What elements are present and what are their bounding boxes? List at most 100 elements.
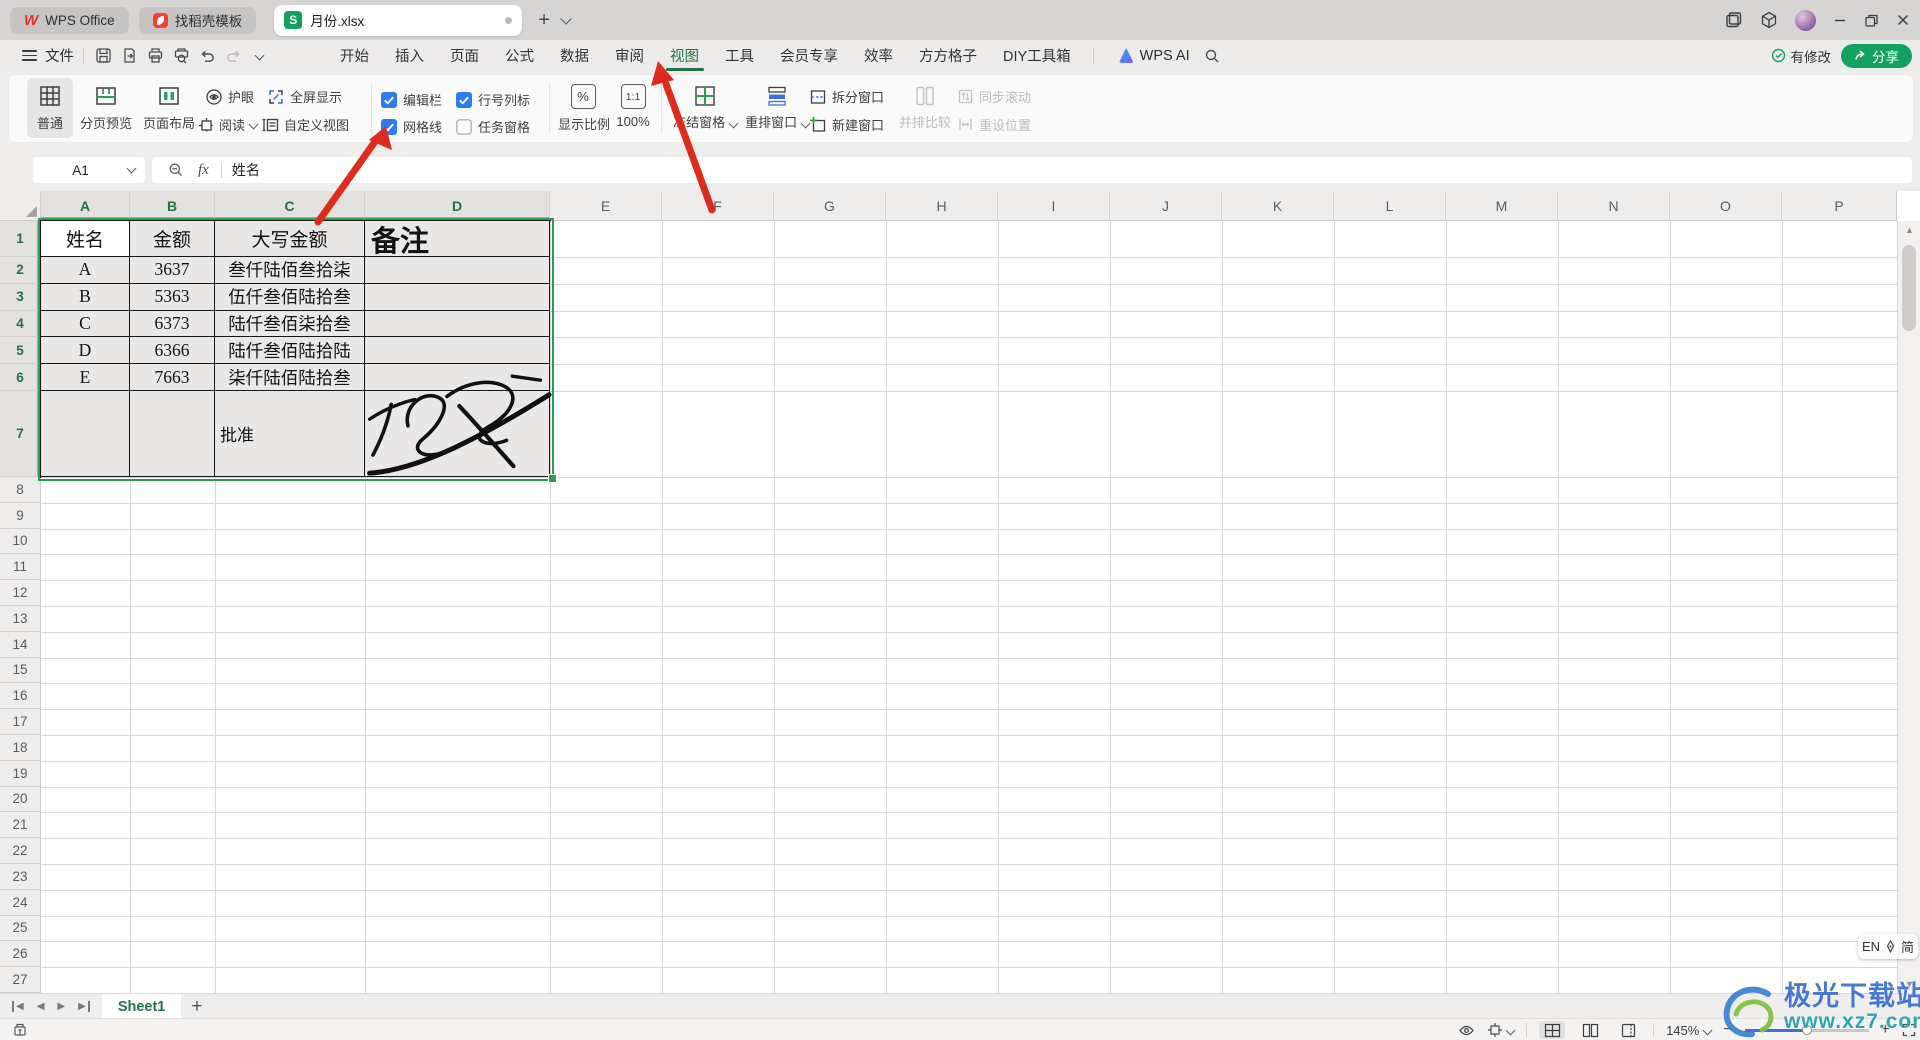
menu-item-开始[interactable]: 开始 <box>327 40 382 71</box>
formula-input[interactable]: fx 姓名 <box>152 157 1912 183</box>
fullscreen-status-icon[interactable] <box>1902 1023 1916 1037</box>
status-view-normal[interactable] <box>1539 1021 1565 1039</box>
row-header-15[interactable]: 15 <box>0 658 41 684</box>
freeze-panes-button[interactable]: 冻结窗格 <box>669 84 741 131</box>
prev-sheet-icon[interactable]: ◀ <box>37 1001 45 1012</box>
last-sheet-icon[interactable]: ▶ <box>78 1001 90 1012</box>
column-header-P[interactable]: P <box>1782 191 1897 221</box>
menu-item-视图[interactable]: 视图 <box>657 40 712 71</box>
macro-record-icon[interactable] <box>12 1022 28 1038</box>
menu-item-会员专享[interactable]: 会员专享 <box>767 40 851 71</box>
name-box[interactable]: A1 <box>33 157 145 183</box>
row-header-19[interactable]: 19 <box>0 761 41 787</box>
checkbox-headings[interactable]: 行号列标 <box>456 90 530 109</box>
menu-item-DIY工具箱[interactable]: DIY工具箱 <box>990 40 1084 71</box>
row-header-4[interactable]: 4 <box>0 311 41 338</box>
apps-cube-icon[interactable] <box>1760 11 1778 29</box>
cell-C5[interactable]: 陆仟叁佰陆拾陆 <box>215 337 365 364</box>
row-header-12[interactable]: 12 <box>0 580 41 606</box>
next-sheet-icon[interactable]: ▶ <box>57 1001 65 1012</box>
menu-item-插入[interactable]: 插入 <box>382 40 437 71</box>
row-header-25[interactable]: 25 <box>0 916 41 942</box>
column-header-D[interactable]: D <box>365 191 550 221</box>
cell-B5[interactable]: 6366 <box>130 337 215 364</box>
cell-A6[interactable]: E <box>41 364 130 391</box>
column-header-H[interactable]: H <box>886 191 998 221</box>
cell-C6[interactable]: 柒仟陆佰陆拾叁 <box>215 364 365 391</box>
cell-A4[interactable]: C <box>41 311 130 338</box>
custom-view-button[interactable]: 自定义视图 <box>261 115 349 134</box>
row-header-14[interactable]: 14 <box>0 632 41 658</box>
row-header-24[interactable]: 24 <box>0 890 41 916</box>
zoom-in-button[interactable]: + <box>1881 1021 1890 1039</box>
menu-item-方方格子[interactable]: 方方格子 <box>906 40 990 71</box>
row-header-10[interactable]: 10 <box>0 529 41 555</box>
file-menu[interactable]: 文件 <box>0 45 74 66</box>
cell-A3[interactable]: B <box>41 284 130 311</box>
workspace-icon[interactable] <box>1725 11 1743 29</box>
cell-C1[interactable]: 大写金额 <box>215 221 365 257</box>
cell-D4[interactable] <box>365 311 550 338</box>
name-box-chevron-icon[interactable] <box>127 164 137 174</box>
row-header-18[interactable]: 18 <box>0 735 41 761</box>
scroll-down-icon[interactable]: ▼ <box>1898 979 1920 989</box>
cell-C2[interactable]: 叁仟陆佰叁拾柒 <box>215 257 365 284</box>
column-header-O[interactable]: O <box>1670 191 1782 221</box>
row-header-9[interactable]: 9 <box>0 503 41 529</box>
column-header-J[interactable]: J <box>1110 191 1222 221</box>
zoom-out-button[interactable]: − <box>1723 1021 1732 1039</box>
row-header-5[interactable]: 5 <box>0 337 41 364</box>
menu-item-效率[interactable]: 效率 <box>851 40 906 71</box>
cell-D7[interactable] <box>365 391 550 477</box>
modified-status[interactable]: 有修改 <box>1771 46 1832 66</box>
row-header-20[interactable]: 20 <box>0 787 41 813</box>
row-header-8[interactable]: 8 <box>0 477 41 503</box>
column-header-K[interactable]: K <box>1222 191 1334 221</box>
row-header-27[interactable]: 27 <box>0 967 41 993</box>
row-header-3[interactable]: 3 <box>0 284 41 311</box>
export-icon[interactable] <box>119 46 139 66</box>
cell-B1[interactable]: 金额 <box>130 221 215 257</box>
view-mode-normal[interactable]: 普通 <box>27 78 73 138</box>
undo-icon[interactable] <box>197 46 217 66</box>
zoom-scale-button[interactable]: % 显示比例 <box>558 84 608 133</box>
fx-icon[interactable]: fx <box>198 162 209 179</box>
new-tab-button[interactable]: + <box>538 10 550 30</box>
language-indicator[interactable]: EN 简 <box>1858 934 1918 959</box>
row-header-16[interactable]: 16 <box>0 683 41 709</box>
read-mode-button[interactable]: 阅读 <box>197 115 257 134</box>
add-sheet-button[interactable]: + <box>191 997 202 1016</box>
zoom-slider[interactable] <box>1745 1023 1869 1037</box>
close-button[interactable] <box>1896 13 1910 27</box>
row-header-21[interactable]: 21 <box>0 812 41 838</box>
cell-B6[interactable]: 7663 <box>130 364 215 391</box>
row-header-7[interactable]: 7 <box>0 391 41 477</box>
view-mode-page-break[interactable]: 分页预览 <box>75 78 137 138</box>
row-header-6[interactable]: 6 <box>0 364 41 391</box>
cell-D3[interactable] <box>365 284 550 311</box>
column-header-L[interactable]: L <box>1334 191 1446 221</box>
vertical-scrollbar[interactable]: ▲ ▼ <box>1897 221 1920 993</box>
new-window-button[interactable]: 新建窗口 <box>809 115 884 134</box>
restore-button[interactable] <box>1864 13 1879 28</box>
status-view-page-break[interactable] <box>1615 1021 1641 1039</box>
column-header-G[interactable]: G <box>774 191 886 221</box>
cell-D5[interactable] <box>365 337 550 364</box>
row-header-26[interactable]: 26 <box>0 941 41 967</box>
column-header-B[interactable]: B <box>130 191 215 221</box>
share-button[interactable]: 分享 <box>1841 44 1912 68</box>
sheet-tab-Sheet1[interactable]: Sheet1 <box>102 994 182 1019</box>
cell-A7[interactable] <box>41 391 130 477</box>
zoom-100-button[interactable]: 1:1 100% <box>610 84 656 129</box>
user-avatar[interactable] <box>1795 10 1816 31</box>
row-header-11[interactable]: 11 <box>0 554 41 580</box>
column-header-E[interactable]: E <box>550 191 662 221</box>
checkbox-formula-bar[interactable]: 编辑栏 <box>381 90 442 109</box>
split-window-button[interactable]: 拆分窗口 <box>809 87 884 106</box>
eye-status-icon[interactable] <box>1458 1022 1475 1039</box>
quick-access-chevron-icon[interactable] <box>249 46 269 66</box>
roaming-mode-button[interactable] <box>1487 1022 1514 1038</box>
save-icon[interactable] <box>93 46 113 66</box>
redo-icon[interactable] <box>223 46 243 66</box>
zoom-slider-knob[interactable] <box>1802 1025 1812 1035</box>
